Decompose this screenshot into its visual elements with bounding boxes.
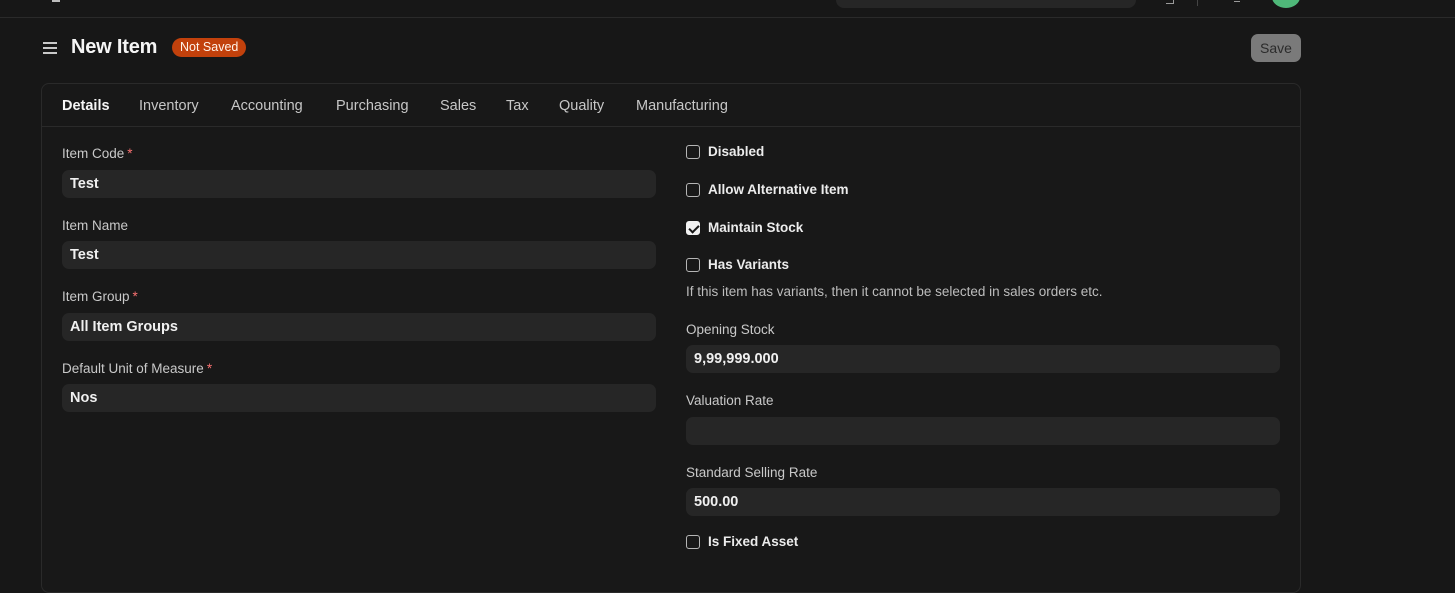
page-title: New Item: [71, 36, 158, 58]
is-fixed-asset-checkbox[interactable]: [686, 535, 700, 549]
disabled-checkbox[interactable]: [686, 145, 700, 159]
tab-purchasing[interactable]: Purchasing: [336, 98, 409, 114]
maintain-stock-label: Maintain Stock: [708, 220, 804, 235]
tab-accounting[interactable]: Accounting: [231, 98, 303, 114]
item-name-input[interactable]: Test: [62, 241, 656, 269]
notification-icon[interactable]: [1234, 0, 1240, 2]
required-indicator: *: [127, 146, 133, 161]
tab-inventory[interactable]: Inventory: [139, 98, 199, 114]
item-group-label: Item Group *: [62, 289, 138, 304]
awesomebar-search-input[interactable]: [836, 0, 1136, 8]
disabled-label: Disabled: [708, 144, 765, 159]
is-fixed-asset-label: Is Fixed Asset: [708, 534, 799, 549]
navbar-divider: [1197, 0, 1198, 6]
user-avatar[interactable]: [1272, 0, 1300, 8]
opening-stock-input[interactable]: 9,99,999.000: [686, 345, 1280, 373]
status-badge: Not Saved: [172, 38, 247, 57]
has-variants-help-text: If this item has variants, then it canno…: [686, 284, 1103, 299]
tab-details[interactable]: Details: [62, 98, 110, 114]
item-group-input[interactable]: All Item Groups: [62, 313, 656, 341]
page-header: New Item Not Saved Save: [41, 34, 1301, 64]
valuation-rate-label: Valuation Rate: [686, 393, 774, 408]
standard-selling-rate-label: Standard Selling Rate: [686, 465, 818, 480]
top-navbar: [0, 0, 1455, 18]
valuation-rate-input[interactable]: [686, 417, 1280, 445]
form-tabs: Details Inventory Accounting Purchasing …: [42, 84, 1300, 127]
app-menu-icon[interactable]: [52, 0, 60, 2]
has-variants-label: Has Variants: [708, 257, 790, 272]
item-code-label: Item Code *: [62, 146, 133, 161]
opening-stock-label: Opening Stock: [686, 322, 775, 337]
uom-input[interactable]: Nos: [62, 384, 656, 412]
item-name-label: Item Name: [62, 218, 129, 233]
form-card: Details Inventory Accounting Purchasing …: [41, 83, 1301, 593]
required-indicator: *: [132, 289, 138, 304]
sidebar-toggle-icon[interactable]: [43, 41, 57, 55]
has-variants-checkbox[interactable]: [686, 258, 700, 272]
maintain-stock-checkbox[interactable]: [686, 221, 700, 235]
allow-alternative-label: Allow Alternative Item: [708, 182, 849, 197]
tab-tax[interactable]: Tax: [506, 98, 529, 114]
uom-label: Default Unit of Measure *: [62, 361, 213, 376]
required-indicator: *: [206, 361, 213, 376]
tab-sales[interactable]: Sales: [440, 98, 476, 114]
standard-selling-rate-input[interactable]: 500.00: [686, 488, 1280, 516]
tab-manufacturing[interactable]: Manufacturing: [636, 98, 728, 114]
item-code-input[interactable]: Test: [62, 170, 656, 198]
save-button[interactable]: Save: [1251, 34, 1301, 62]
tab-quality[interactable]: Quality: [559, 98, 604, 114]
help-dropdown-icon[interactable]: [1166, 0, 1174, 4]
allow-alternative-checkbox[interactable]: [686, 183, 700, 197]
